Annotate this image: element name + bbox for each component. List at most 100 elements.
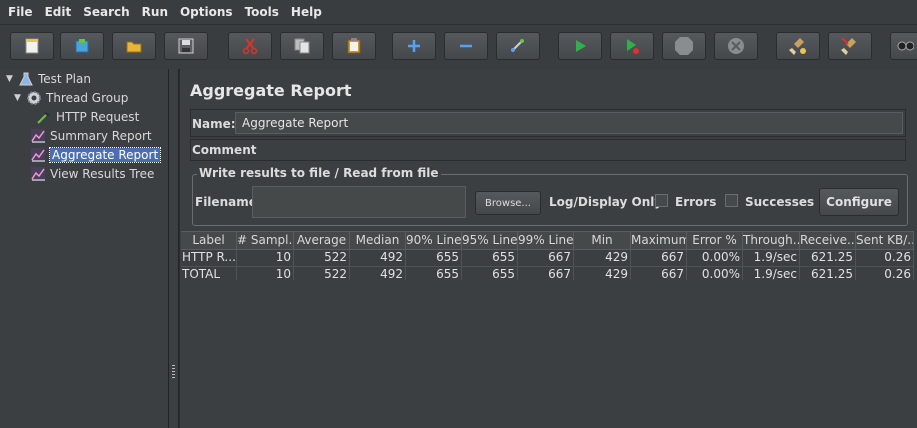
menu-options[interactable]: Options (176, 5, 237, 19)
filename-label: Filename (195, 195, 257, 209)
menu-edit[interactable]: Edit (41, 5, 76, 19)
splitter[interactable] (169, 69, 179, 428)
write-results-legend: Write results to file / Read from file (197, 166, 441, 180)
tree-item-label: Thread Group (46, 91, 129, 105)
search-button[interactable] (890, 32, 917, 60)
aggregate-report-panel: Aggregate Report Name: Aggregate Report … (180, 69, 917, 428)
templates-button[interactable] (60, 32, 104, 60)
table-cell: 10 (237, 250, 294, 266)
collapse-all-button[interactable] (444, 32, 488, 60)
col-throughput[interactable]: Through... (743, 232, 800, 249)
table-cell: 1.9/sec (743, 250, 800, 266)
cut-button[interactable] (228, 32, 272, 60)
paste-button[interactable] (332, 32, 376, 60)
col-min[interactable]: Min (574, 232, 631, 249)
toggle-button[interactable] (496, 32, 540, 60)
menu-help[interactable]: Help (287, 5, 326, 19)
col-label[interactable]: Label (181, 232, 237, 249)
tree-item-http-request[interactable]: HTTP Request (36, 108, 139, 126)
menu-run[interactable]: Run (138, 5, 172, 19)
table-header: Label # Sampl... Average Median 90% Line… (181, 231, 914, 250)
table-empty-area[interactable] (181, 280, 914, 428)
stop-button[interactable] (662, 32, 706, 60)
shutdown-button[interactable] (714, 32, 758, 60)
menu-bar: File Edit Search Run Options Tools Help (0, 0, 917, 24)
filename-input[interactable] (252, 186, 466, 218)
table-cell: 0.00% (687, 250, 743, 266)
table-cell: 429 (574, 250, 631, 266)
chart-icon (30, 166, 46, 182)
expand-all-button[interactable] (392, 32, 436, 60)
search-icon (897, 41, 914, 51)
clear-all-icon (841, 37, 856, 55)
test-plan-tree: ▼ Test Plan ▼ Thread Group HTTP Request … (0, 69, 169, 428)
aggregate-table: Label # Sampl... Average Median 90% Line… (181, 231, 914, 284)
configure-button[interactable]: Configure (819, 188, 899, 216)
table-cell: 655 (406, 250, 462, 266)
table-cell: HTTP R... (182, 250, 237, 266)
clear-button[interactable] (776, 32, 820, 60)
stop-icon (675, 37, 693, 55)
start-no-pause-icon (627, 39, 639, 54)
col-average[interactable]: Average (294, 232, 350, 249)
tree-item-aggregate-report[interactable]: Aggregate Report (30, 146, 162, 164)
col-sent[interactable]: Sent KB/... (856, 232, 914, 249)
splitter-grip-icon[interactable] (172, 365, 175, 379)
shutdown-icon (728, 38, 744, 54)
col-received[interactable]: Receive... (800, 232, 856, 249)
table-row[interactable]: HTTP R... 10 522 492 655 655 667 429 667… (181, 250, 914, 267)
tree-item-thread-group[interactable]: ▼ Thread Group (14, 89, 128, 107)
comments-field[interactable] (257, 141, 903, 159)
collapse-icon (460, 44, 472, 48)
start-no-pauses-button[interactable] (610, 32, 654, 60)
col-90-line[interactable]: 90% Line (406, 232, 462, 249)
table-cell: 621.25 (800, 250, 856, 266)
errors-label: Errors (675, 195, 717, 209)
menu-tools[interactable]: Tools (241, 5, 283, 19)
col-95-line[interactable]: 95% Line (462, 232, 518, 249)
new-button[interactable] (10, 32, 54, 60)
tree-item-summary-report[interactable]: Summary Report (30, 127, 152, 145)
tree-item-label: Summary Report (50, 129, 152, 143)
table-cell: 492 (350, 250, 406, 266)
clear-all-button[interactable] (828, 32, 872, 60)
toolbar (0, 24, 917, 70)
page-title: Aggregate Report (190, 81, 352, 100)
chart-icon (30, 147, 46, 163)
tree-item-label: Aggregate Report (48, 147, 162, 163)
copy-icon (294, 38, 310, 54)
pipette-icon (36, 109, 52, 125)
log-display-only-label: Log/Display Only: (549, 195, 667, 209)
name-label: Name: (192, 117, 236, 131)
table-cell: 522 (294, 250, 350, 266)
menu-file[interactable]: File (4, 5, 37, 19)
menu-search[interactable]: Search (79, 5, 133, 19)
tree-item-test-plan[interactable]: ▼ Test Plan (6, 70, 91, 88)
templates-icon (75, 39, 89, 53)
col-median[interactable]: Median (350, 232, 406, 249)
table-cell: 667 (518, 250, 574, 266)
tree-item-label: Test Plan (38, 72, 91, 86)
browse-button[interactable]: Browse... (475, 191, 541, 215)
save-button[interactable] (164, 32, 208, 60)
open-icon (126, 41, 142, 53)
name-field[interactable]: Aggregate Report (235, 112, 903, 134)
col-error[interactable]: Error % (687, 232, 743, 249)
copy-button[interactable] (280, 32, 324, 60)
start-button[interactable] (558, 32, 602, 60)
open-button[interactable] (112, 32, 156, 60)
col-maximum[interactable]: Maximum (631, 232, 687, 249)
expand-arrow-icon[interactable]: ▼ (6, 74, 16, 84)
save-icon (178, 38, 194, 54)
paste-icon (347, 38, 361, 54)
col-99-line[interactable]: 99% Line (518, 232, 574, 249)
tree-item-label: View Results Tree (50, 167, 155, 181)
successes-label: Successes (745, 195, 815, 209)
errors-checkbox[interactable] (655, 194, 668, 207)
cut-icon (242, 38, 258, 55)
expand-arrow-icon[interactable]: ▼ (14, 93, 24, 103)
tree-item-view-results-tree[interactable]: View Results Tree (30, 165, 154, 183)
gear-icon (26, 90, 42, 106)
col-samples[interactable]: # Sampl... (237, 232, 294, 249)
successes-checkbox[interactable] (725, 194, 738, 207)
